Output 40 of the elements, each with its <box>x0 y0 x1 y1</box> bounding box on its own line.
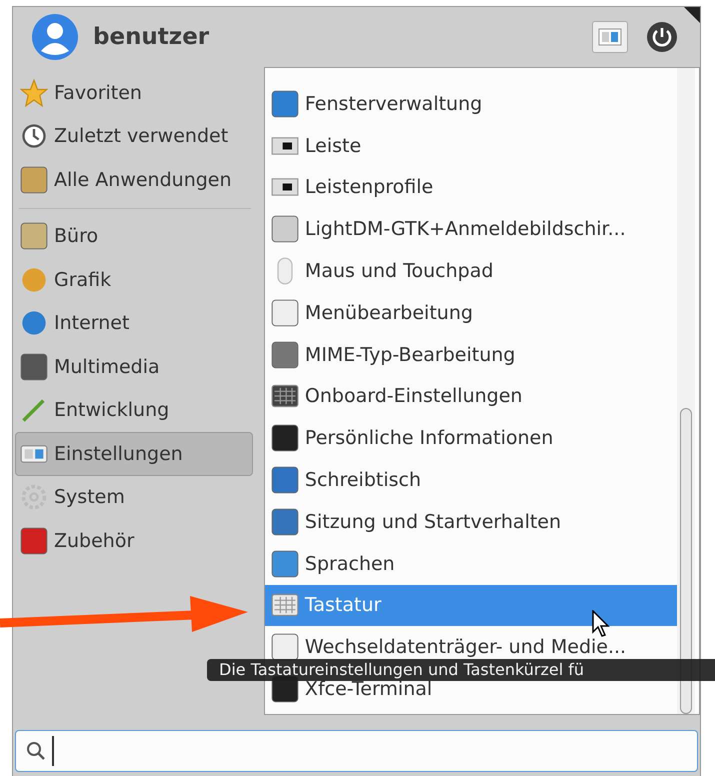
sidebar-item[interactable]: Alle Anwendungen <box>15 158 253 202</box>
app-item[interactable]: Schreibtisch <box>264 459 677 501</box>
app-item[interactable]: Fensterverwaltung <box>264 83 677 125</box>
user-avatar-icon <box>31 13 79 61</box>
scrollbar[interactable] <box>677 68 695 714</box>
resize-corner-icon[interactable] <box>684 7 700 23</box>
palette-icon <box>20 266 48 294</box>
user-name: benutzer <box>93 24 210 50</box>
sidebar-item[interactable]: Favoriten <box>15 71 253 114</box>
sidebar-item[interactable]: Einstellungen <box>15 432 253 476</box>
app-item[interactable]: Persönliche Informationen <box>264 417 677 460</box>
power-button[interactable] <box>646 21 678 53</box>
tooltip: Die Tastatureinstellungen und Tastenkürzel fü <box>207 659 715 681</box>
sidebar-item[interactable]: Grafik <box>15 258 253 302</box>
text-cursor <box>52 736 54 766</box>
sidebar-item[interactable]: Entwicklung <box>15 388 253 432</box>
search-field[interactable] <box>15 730 698 772</box>
star-icon <box>20 78 48 107</box>
clock-icon <box>20 122 48 150</box>
power-icon <box>646 21 678 53</box>
app-item[interactable]: LightDM-GTK+Anmeldebildschir... <box>264 208 677 250</box>
sidebar-item[interactable]: Internet <box>15 302 253 345</box>
app-item[interactable]: Leiste <box>264 124 677 167</box>
sidebar-item[interactable]: System <box>15 476 253 519</box>
app-item[interactable]: Menübearbeitung <box>264 292 677 334</box>
app-item[interactable]: Sprachen <box>264 542 677 585</box>
app-item[interactable]: Sitzung und Startverhalten <box>264 500 677 543</box>
settings-button[interactable] <box>592 21 628 53</box>
settings-icon <box>598 27 622 47</box>
sidebar-item[interactable]: Multimedia <box>15 345 253 388</box>
sidebar-item[interactable]: Zubehör <box>15 519 253 562</box>
app-item[interactable]: MIME-Typ-Bearbeitung <box>264 334 677 376</box>
app-item[interactable]: Leistenprofile <box>264 166 677 208</box>
app-item[interactable]: Onboard-Einstellungen <box>264 376 677 418</box>
mouse-cursor-icon <box>592 610 612 638</box>
search-icon <box>26 741 46 761</box>
globe-icon <box>20 309 48 338</box>
sidebar-item[interactable]: Büro <box>15 214 253 258</box>
app-item[interactable]: Maus und Touchpad <box>264 250 677 292</box>
sidebar-item[interactable]: Zuletzt verwendet <box>15 114 253 158</box>
